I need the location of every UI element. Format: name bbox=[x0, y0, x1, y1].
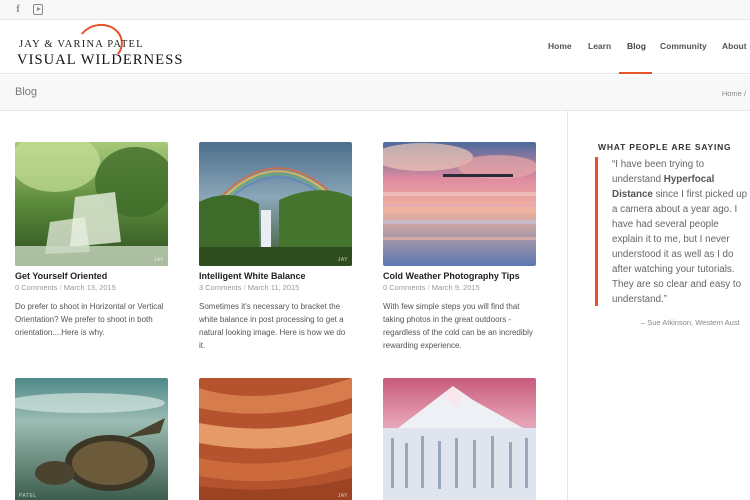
photo-watermark: PATEL bbox=[19, 493, 37, 499]
nav-home[interactable]: Home bbox=[548, 41, 572, 51]
post-excerpt: Do prefer to shoot in Horizontal or Vert… bbox=[15, 302, 164, 337]
quote-accent-bar bbox=[595, 157, 598, 306]
quote-text-end: since I first picked up a camera about a… bbox=[612, 189, 748, 305]
post-meta: 0 Comments / March 9, 2015 bbox=[383, 283, 537, 292]
nav-community[interactable]: Community bbox=[660, 41, 707, 51]
breadcrumb[interactable]: Home / bbox=[722, 89, 746, 98]
nav-blog[interactable]: Blog bbox=[627, 41, 646, 51]
testimonial-quote: “I have been trying to understand Hyperf… bbox=[612, 157, 750, 307]
post-excerpt: Sometimes it's necessary to bracket the … bbox=[199, 302, 346, 350]
post-title[interactable]: Get Yourself Oriented bbox=[15, 271, 169, 281]
site-logo[interactable]: JAY & VARINA PATEL VISUAL WILDERNESS bbox=[17, 20, 182, 70]
post-thumbnail-rainbow[interactable]: JAY bbox=[199, 142, 352, 266]
photo-watermark: JAY bbox=[337, 493, 348, 499]
site-header: JAY & VARINA PATEL VISUAL WILDERNESS Hom… bbox=[0, 20, 750, 74]
post-comments-link[interactable]: 0 Comments bbox=[15, 283, 58, 292]
post-card: JAY Intelligent White Balance 3 Comments… bbox=[199, 142, 353, 352]
post-date: March 9, 2015 bbox=[431, 283, 480, 292]
post-comments-link[interactable]: 0 Comments bbox=[383, 283, 426, 292]
photo-watermark: JAY bbox=[337, 257, 348, 263]
post-card: PATEL bbox=[15, 378, 169, 500]
nav-active-indicator bbox=[619, 72, 652, 74]
post-date: March 11, 2015 bbox=[247, 283, 300, 292]
post-title[interactable]: Cold Weather Photography Tips bbox=[383, 271, 537, 281]
logo-line-names: JAY & VARINA PATEL bbox=[19, 39, 144, 50]
logo-line-brand: VISUAL WILDERNESS bbox=[17, 52, 184, 68]
sidebar-divider bbox=[567, 111, 568, 500]
post-excerpt: With few simple steps you will find that… bbox=[383, 302, 533, 350]
youtube-icon[interactable] bbox=[31, 3, 45, 17]
page-title: Blog bbox=[15, 86, 38, 98]
page-title-bar: Blog Home / bbox=[0, 75, 750, 111]
post-title[interactable]: Intelligent White Balance bbox=[199, 271, 353, 281]
nav-about[interactable]: About bbox=[722, 41, 747, 51]
post-thumbnail-waterfall[interactable]: JAY bbox=[15, 142, 168, 266]
post-thumbnail-sandstone[interactable]: JAY bbox=[199, 378, 352, 500]
post-meta: 3 Comments / March 11, 2015 bbox=[199, 283, 353, 292]
facebook-icon[interactable]: f bbox=[11, 3, 25, 17]
testimonial-author: – Sue Atkinson, Western Aust bbox=[641, 318, 740, 327]
post-card: JAY Get Yourself Oriented 0 Comments / M… bbox=[15, 142, 169, 339]
photo-watermark: JAY bbox=[153, 257, 164, 263]
post-thumbnail-snowy-mountain[interactable] bbox=[383, 378, 536, 500]
post-thumbnail-sea-turtle[interactable]: PATEL bbox=[15, 378, 168, 500]
post-comments-link[interactable]: 3 Comments bbox=[199, 283, 242, 292]
widget-title: WHAT PEOPLE ARE SAYING bbox=[598, 142, 732, 152]
post-date: March 13, 2015 bbox=[63, 283, 116, 292]
nav-learn[interactable]: Learn bbox=[588, 41, 611, 51]
top-social-bar: f bbox=[0, 0, 750, 20]
post-meta: 0 Comments / March 13, 2015 bbox=[15, 283, 169, 292]
post-thumbnail-seascape[interactable] bbox=[383, 142, 536, 266]
post-card: JAY bbox=[199, 378, 353, 500]
post-card bbox=[383, 378, 537, 500]
post-card: Cold Weather Photography Tips 0 Comments… bbox=[383, 142, 537, 352]
